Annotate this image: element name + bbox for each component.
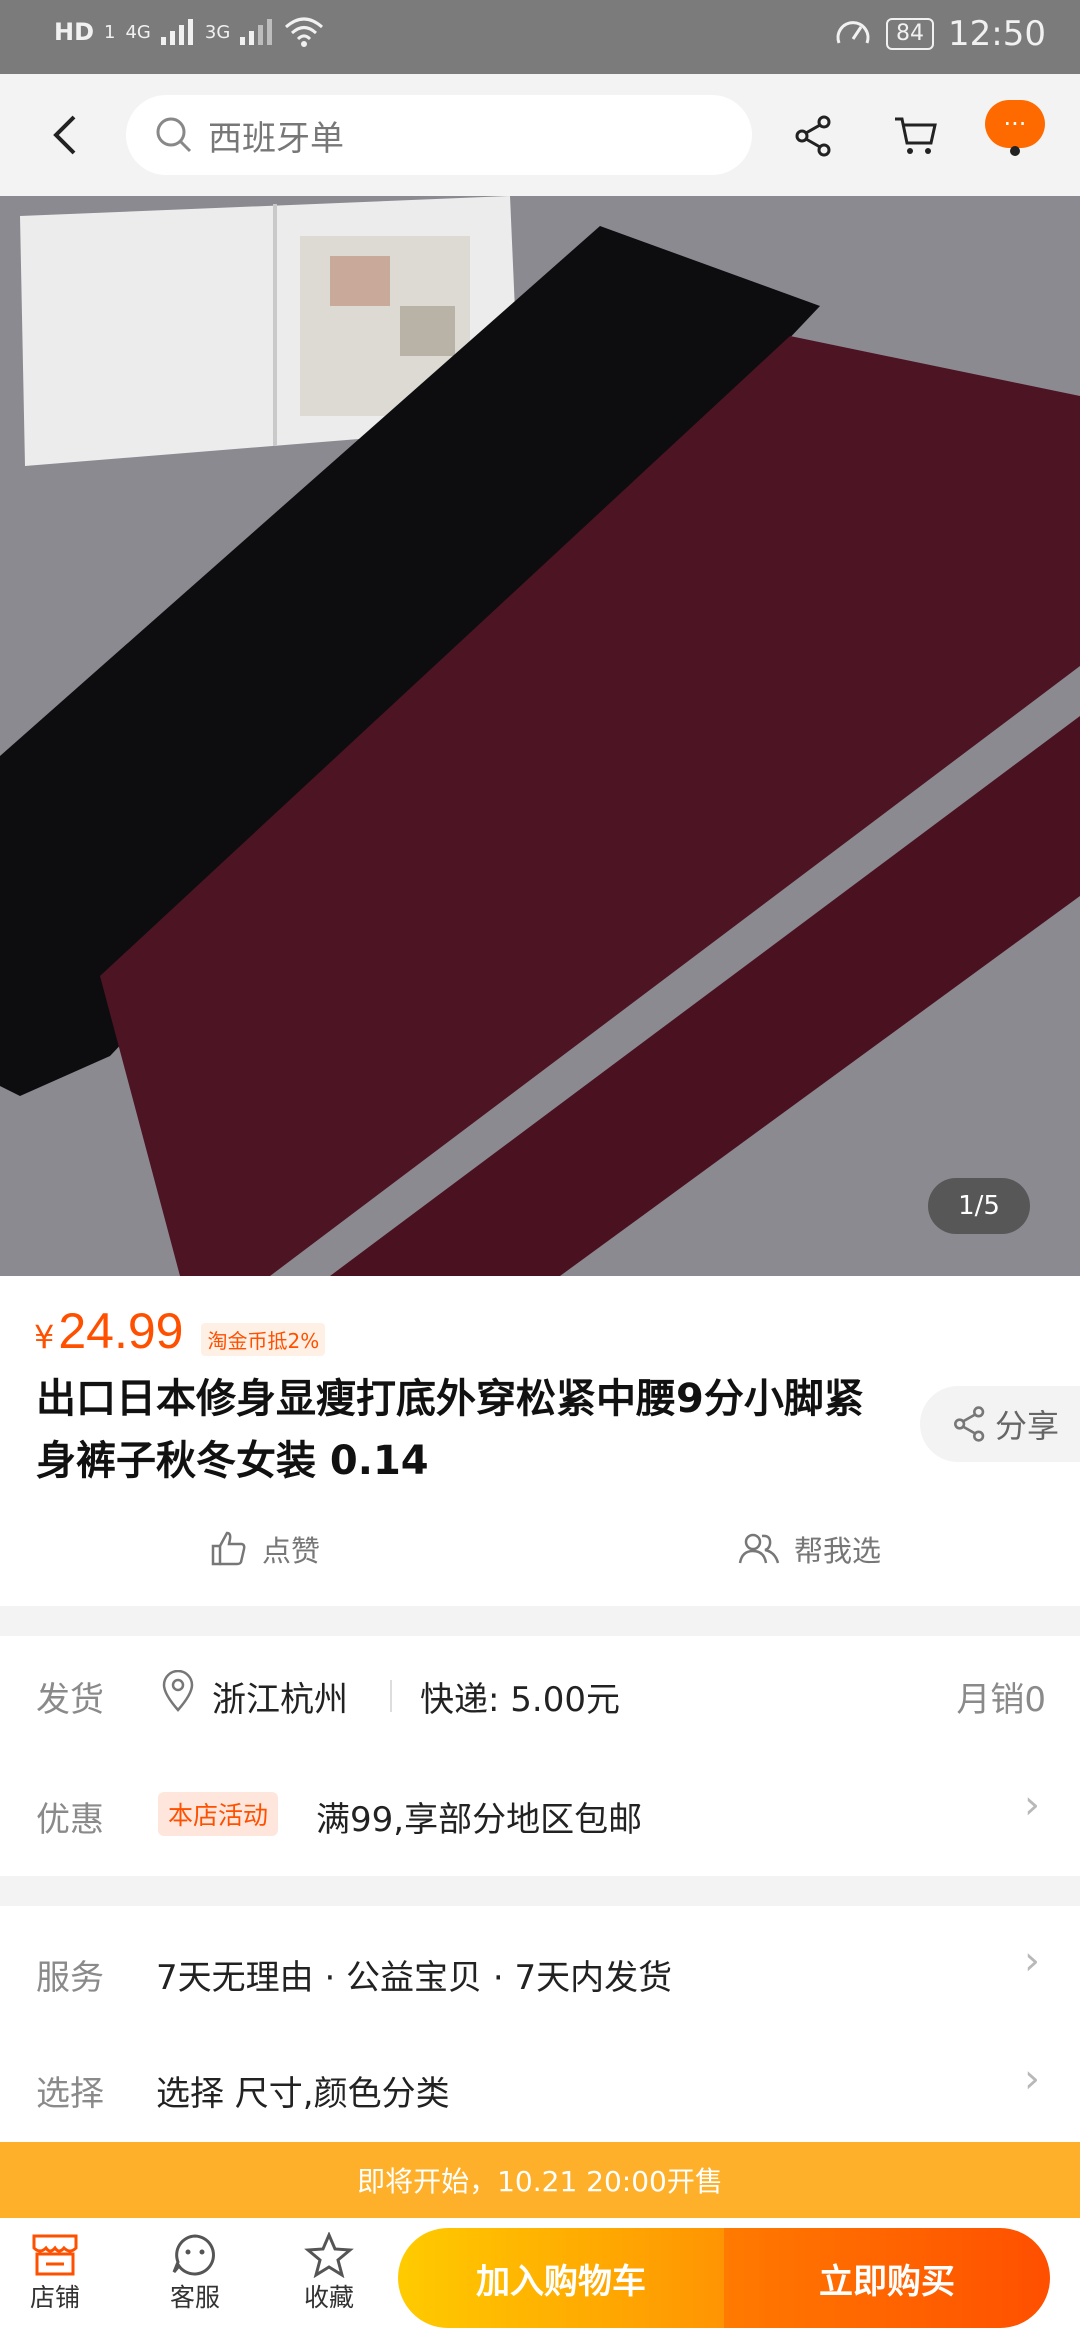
help-choose-label: 帮我选 [794,1534,882,1568]
image-counter: 1/5 [928,1178,1030,1234]
status-right: 84 12:50 [834,14,1046,54]
people-icon [738,1533,780,1564]
divider [390,1680,392,1712]
select-text: 选择 尺寸,颜色分类 [156,2074,450,2114]
notification-dot [1010,146,1020,156]
network-3g: 3G [204,21,231,43]
search-icon [156,117,192,153]
shipping-label: 发货 [36,1680,104,1720]
product-photo [0,196,1080,1276]
status-bar: HD 1 4G 3G 84 12:50 [0,0,1080,74]
battery-indicator: 84 [886,18,935,50]
price-value: 24.99 [58,1303,184,1359]
help-choose-button[interactable]: 帮我选 [738,1528,881,1570]
express-fee: 快递: 5.00元 [420,1680,620,1720]
ship-from-location: 浙江杭州 [212,1680,348,1720]
star-icon [304,2232,354,2278]
like-label: 点赞 [262,1534,321,1568]
cart-icon [895,117,937,154]
signal-icon-2 [240,19,273,45]
favorite-label: 收藏 [304,2283,355,2312]
hd-indicator: HD [54,18,95,46]
product-image[interactable] [0,196,1080,1276]
sale-banner: 即将开始，10.21 20:00开售 [0,2142,1080,2218]
promo-tag: 本店活动 [158,1792,279,1836]
clock: 12:50 [948,14,1046,54]
product-title: 出口日本修身显瘦打底外穿松紧中腰9分小脚紧身裤子秋冬女装 0.14 [36,1376,864,1484]
network-4g: 4G [125,21,151,43]
chat-face-icon [172,2234,215,2276]
back-button[interactable] [40,110,90,160]
share-icon [954,1406,985,1442]
search-query: 西班牙单 [208,118,344,159]
location-pin-icon [162,1670,194,1712]
service-label: 服务 [36,1958,104,1998]
chevron-right-icon: › [1024,1782,1040,1828]
share-pill-button[interactable]: 分享 [920,1386,1080,1462]
buy-now-button[interactable]: 立即购买 [724,2228,1050,2328]
speed-gauge-icon [836,21,870,44]
price-symbol: ¥ [34,1318,55,1356]
cart-button[interactable] [888,108,944,164]
monthly-sales: 月销0 [956,1680,1046,1720]
wifi-icon [285,17,324,47]
status-left: HD 1 4G 3G [54,17,324,47]
customer-service-nav[interactable]: 客服 [170,2232,220,2314]
signal-icon [160,19,193,45]
coin-tag: 淘金币抵2% [201,1323,326,1356]
chevron-right-icon: › [1024,1938,1040,1984]
service-text: 7天无理由 · 公益宝贝 · 7天内发货 [156,1958,673,1998]
favorite-nav[interactable]: 收藏 [304,2232,354,2314]
share-icon [795,115,831,157]
price-row: ¥ 24.99 淘金币抵2% [34,1302,326,1360]
share-label: 分享 [994,1407,1059,1445]
shop-label: 店铺 [30,2283,81,2312]
more-button[interactable]: ··· [985,100,1045,148]
add-to-cart-button[interactable]: 加入购物车 [398,2228,724,2328]
thumbs-up-icon [211,1531,246,1566]
customer-service-label: 客服 [170,2283,221,2312]
chevron-right-icon: › [1024,2056,1040,2102]
back-arrow-icon [53,115,76,155]
shop-nav[interactable]: 店铺 [30,2232,80,2314]
promo-label: 优惠 [36,1800,104,1840]
share-button[interactable] [786,108,842,164]
select-label: 选择 [36,2074,104,2114]
promo-text: 满99,享部分地区包邮 [316,1800,643,1840]
sim-indicator: 1 [104,21,116,43]
like-button[interactable]: 点赞 [210,1528,320,1570]
store-icon [32,2234,78,2276]
search-box[interactable]: 西班牙单 [126,95,752,175]
